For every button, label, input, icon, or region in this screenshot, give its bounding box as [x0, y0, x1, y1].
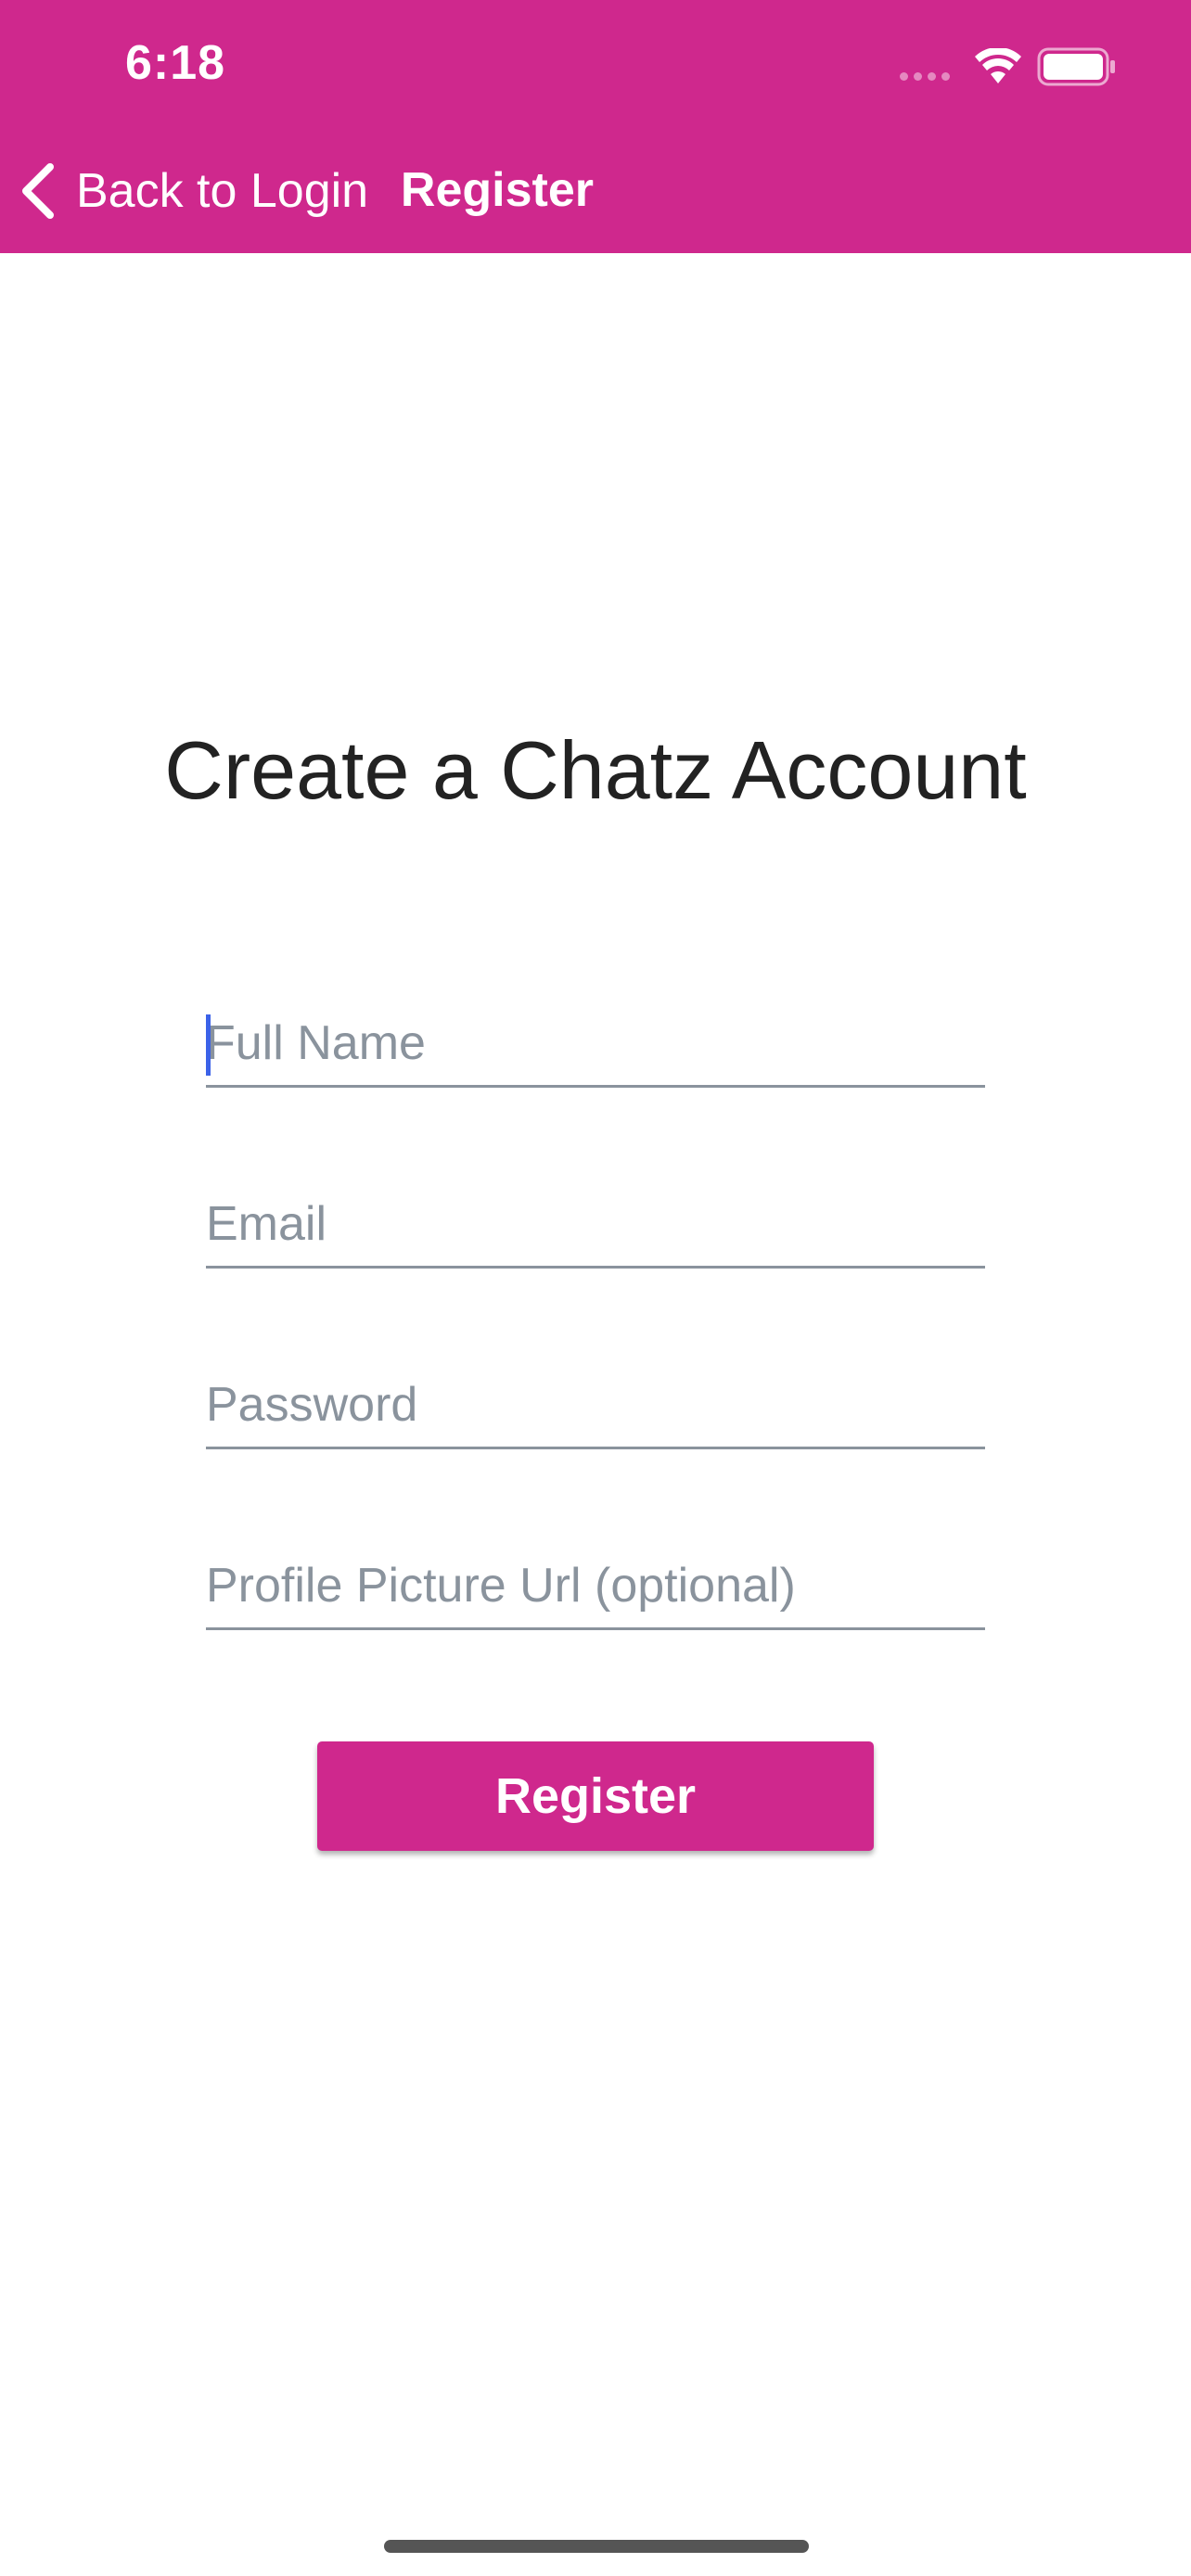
home-indicator[interactable]: [384, 2540, 809, 2553]
password-input[interactable]: [206, 1363, 985, 1447]
back-button-label: Back to Login: [76, 164, 369, 218]
profile-picture-url-field: [206, 1544, 985, 1630]
back-to-login-button[interactable]: Back to Login: [19, 158, 368, 224]
profile-picture-url-input[interactable]: [206, 1544, 985, 1627]
full-name-field: [206, 1001, 985, 1088]
page-title: Create a Chatz Account: [164, 724, 1027, 816]
chevron-left-icon: [22, 163, 54, 219]
status-bar-time: 6:18: [125, 36, 226, 90]
app-header: 6:18 Back to Login Register: [0, 0, 1191, 253]
register-button[interactable]: Register: [317, 1741, 874, 1851]
wifi-icon: [975, 48, 1021, 83]
cellular-signal-icon: [900, 72, 950, 81]
password-field: [206, 1363, 985, 1449]
nav-title-text: Register: [400, 163, 595, 217]
text-caret: [206, 1014, 211, 1076]
email-field: [206, 1182, 985, 1269]
full-name-input[interactable]: [206, 1001, 985, 1085]
email-input[interactable]: [206, 1182, 985, 1266]
battery-icon: [1037, 47, 1115, 86]
